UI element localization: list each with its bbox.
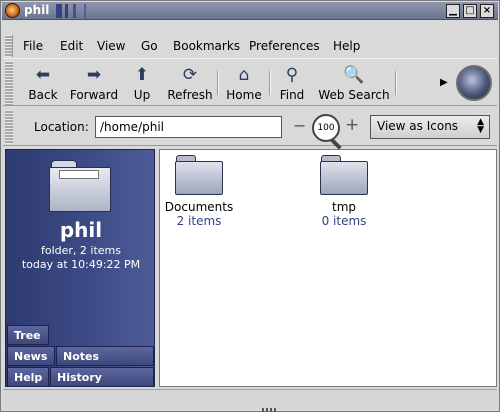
menu-bar: File Edit View Go Bookmarks Preferences …: [3, 35, 497, 57]
home-icon: ⌂: [238, 65, 250, 85]
refresh-button[interactable]: ⟳ Refresh: [165, 61, 215, 105]
up-label: Up: [133, 88, 151, 102]
location-label: Location:: [34, 120, 89, 134]
menubar-grip[interactable]: [5, 35, 13, 57]
location-bar: Location: − 100 + View as Icons ▲▼: [3, 108, 497, 150]
refresh-icon: ⟳: [182, 65, 198, 85]
forward-arrow-icon: ➡: [86, 65, 102, 85]
locationbar-grip[interactable]: [5, 110, 13, 144]
refresh-label: Refresh: [167, 88, 213, 102]
find-button[interactable]: ⚲ Find: [275, 61, 309, 105]
home-button[interactable]: ⌂ Home: [223, 61, 265, 105]
item-count-documents: 2 items: [176, 214, 222, 228]
back-arrow-icon: ⬅: [35, 65, 51, 85]
location-input[interactable]: [95, 116, 282, 138]
tab-history[interactable]: History: [50, 367, 154, 387]
resize-grip-icon[interactable]: [262, 408, 278, 412]
forward-button[interactable]: ➡ Forward: [67, 61, 121, 105]
item-name-tmp[interactable]: tmp: [294, 200, 394, 214]
sidebar-folder-info: folder, 2 items today at 10:49:22 PM: [6, 244, 156, 272]
throbber-icon[interactable]: [456, 65, 492, 101]
web-search-icon: 🔍: [343, 65, 365, 85]
window-title: phil: [24, 3, 50, 17]
title-bar[interactable]: phil ▁ □ ×: [2, 2, 498, 20]
menu-bookmarks[interactable]: Bookmarks: [173, 39, 240, 53]
menu-file[interactable]: File: [23, 39, 43, 53]
toolbar-separator: [269, 71, 271, 95]
back-label: Back: [28, 88, 58, 102]
up-arrow-icon: ⬆: [134, 65, 150, 85]
status-bar: [3, 389, 497, 409]
web-search-label: Web Search: [318, 88, 390, 102]
window-menu-icon[interactable]: [5, 3, 20, 18]
toolbar: ⬅ Back ➡ Forward ⬆ Up ⟳ Refresh ⌂ Home ⚲…: [3, 58, 497, 106]
item-count-tmp: 0 items: [321, 214, 367, 228]
titlebar-decoration: [56, 4, 166, 18]
folder-icon[interactable]: [320, 155, 368, 195]
tab-notes[interactable]: Notes: [56, 346, 154, 366]
tab-help[interactable]: Help: [7, 367, 49, 387]
updown-arrows-icon: ▲ ▼: [477, 117, 484, 135]
maximize-button[interactable]: □: [463, 4, 477, 18]
zoom-out-icon[interactable]: −: [293, 118, 306, 134]
sidebar-modified-time: today at 10:49:22 PM: [21, 258, 141, 271]
folder-large-icon: [49, 160, 111, 212]
toolbar-overflow-arrow-icon[interactable]: ▶: [440, 77, 448, 88]
menu-view[interactable]: View: [97, 39, 125, 53]
forward-label: Forward: [69, 88, 119, 102]
tab-tree[interactable]: Tree: [7, 325, 49, 345]
minimize-button[interactable]: ▁: [446, 4, 460, 18]
view-mode-select[interactable]: View as Icons ▲ ▼: [370, 115, 490, 139]
toolbar-separator: [395, 71, 397, 95]
zoom-level-button[interactable]: 100: [312, 114, 342, 150]
item-name-documents[interactable]: Documents: [149, 200, 249, 214]
zoom-level: 100: [317, 123, 335, 133]
file-view[interactable]: Documents 2 items tmp 0 items: [159, 149, 497, 387]
web-search-button[interactable]: 🔍 Web Search: [317, 61, 391, 105]
file-manager-window: phil ▁ □ × File Edit View Go Bookmarks P…: [0, 0, 500, 412]
sidebar-folder-name: phil: [59, 218, 103, 242]
up-button[interactable]: ⬆ Up: [127, 61, 157, 105]
sidebar-item-count: folder, 2 items: [40, 244, 121, 257]
view-mode-label: View as Icons: [377, 119, 459, 133]
menu-help[interactable]: Help: [333, 39, 360, 53]
back-button[interactable]: ⬅ Back: [21, 61, 65, 105]
zoom-in-icon[interactable]: +: [345, 117, 359, 134]
menu-preferences[interactable]: Preferences: [249, 39, 320, 53]
close-button[interactable]: ×: [480, 4, 494, 18]
menu-edit[interactable]: Edit: [60, 39, 83, 53]
toolbar-separator: [217, 71, 219, 95]
home-label: Home: [226, 88, 262, 102]
magnifier-handle: [330, 138, 342, 150]
find-label: Find: [279, 88, 305, 102]
menu-go[interactable]: Go: [141, 39, 158, 53]
toolbar-grip[interactable]: [5, 61, 13, 105]
folder-icon[interactable]: [175, 155, 223, 195]
sidebar: phil folder, 2 items today at 10:49:22 P…: [5, 149, 155, 387]
find-magnifier-icon: ⚲: [285, 65, 299, 85]
tab-news[interactable]: News: [7, 346, 55, 366]
